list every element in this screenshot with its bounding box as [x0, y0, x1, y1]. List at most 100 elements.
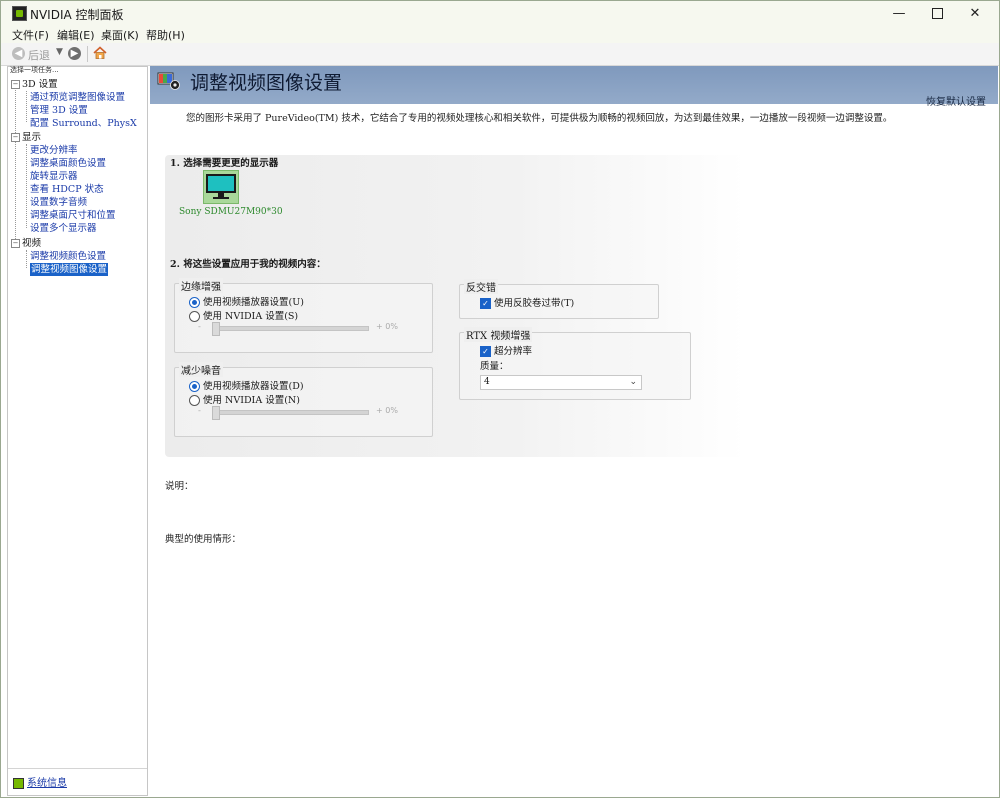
- task-pane-label: 选择一项任务...: [10, 66, 59, 74]
- menu-bar: 文件(F) 编辑(E) 桌面(K) 帮助(H): [1, 26, 999, 43]
- noise-slider-plus: + 0%: [376, 406, 398, 415]
- collapse-toggle-icon[interactable]: −: [11, 133, 20, 142]
- settings-panel: 1. 选择需要更更的显示器 Sony SDMU27M90*30 2. 将这些设置…: [165, 155, 745, 457]
- system-info-label: 系统信息: [27, 778, 67, 789]
- edge-slider-plus: + 0%: [376, 322, 398, 331]
- tree-connector: [26, 250, 27, 268]
- page-header: 调整视频图像设置 恢复默认设置: [150, 66, 998, 108]
- monitor-icon[interactable]: [203, 170, 239, 204]
- tree-group-label: 视频: [22, 238, 42, 249]
- section-2-title: 2. 将这些设置应用于我的视频内容：: [170, 259, 326, 270]
- edge-slider-minus: -: [198, 322, 201, 331]
- tree-group-video[interactable]: − 视频: [11, 237, 41, 250]
- tree-connector: [15, 87, 16, 243]
- nvidia-control-panel-window: NVIDIA 控制面板 — ✕ 文件(F) 编辑(E) 桌面(K) 帮助(H) …: [0, 0, 1000, 798]
- inverse-telecine-option[interactable]: ✓ 使用反胶卷过带(T): [480, 295, 574, 309]
- title-bar: NVIDIA 控制面板 — ✕: [1, 1, 999, 26]
- back-button-label[interactable]: 后退: [28, 47, 50, 63]
- edge-enhancement-title: 边缘增强: [179, 278, 223, 293]
- deinterlacing-group: 反交错 ✓ 使用反胶卷过带(T): [459, 279, 659, 319]
- system-info-link[interactable]: 系统信息: [13, 774, 67, 789]
- tree-item-preview-image-settings[interactable]: 通过预览调整图像设置: [30, 91, 125, 104]
- minimize-button[interactable]: —: [879, 1, 919, 26]
- radio-unselected-icon[interactable]: [189, 311, 200, 322]
- close-button[interactable]: ✕: [955, 1, 995, 26]
- menu-desktop[interactable]: 桌面(K): [101, 27, 139, 43]
- restore-defaults-link[interactable]: 恢复默认设置: [926, 93, 986, 108]
- home-icon[interactable]: [93, 46, 107, 60]
- content-pane: 调整视频图像设置 恢复默认设置 您的图形卡采用了 PureVideo(TM) 技…: [150, 66, 998, 794]
- tree-item-hdcp-status[interactable]: 查看 HDCP 状态: [30, 183, 104, 196]
- noise-use-player-label: 使用视频播放器设置(D): [203, 381, 304, 392]
- section-1-title: 1. 选择需要更更的显示器: [170, 158, 279, 169]
- menu-file[interactable]: 文件(F): [12, 27, 49, 43]
- tree-connector: [26, 144, 27, 228]
- noise-use-player-option[interactable]: 使用视频播放器设置(D): [189, 378, 304, 392]
- edge-use-player-label: 使用视频播放器设置(U): [203, 297, 304, 308]
- monitor-name[interactable]: Sony SDMU27M90*30: [179, 207, 283, 217]
- collapse-toggle-icon[interactable]: −: [11, 80, 20, 89]
- tree-connector: [26, 91, 27, 122]
- tree-group-label: 3D 设置: [22, 79, 58, 90]
- collapse-toggle-icon[interactable]: −: [11, 239, 20, 248]
- edge-slider-thumb[interactable]: [212, 322, 220, 336]
- maximize-icon: [931, 8, 943, 19]
- chevron-down-icon: ⌄: [629, 377, 637, 387]
- task-navigation-pane: 选择一项任务... −3D 设置 通过预览调整图像设置 管理 3D 设置 配置 …: [7, 66, 148, 796]
- noise-use-nvidia-label: 使用 NVIDIA 设置(N): [203, 395, 300, 406]
- quality-select[interactable]: 4 ⌄: [480, 375, 642, 390]
- maximize-button[interactable]: [917, 1, 957, 26]
- window-title: NVIDIA 控制面板: [30, 8, 124, 22]
- tree-group-display[interactable]: − 显示: [11, 131, 41, 144]
- edge-use-nvidia-label: 使用 NVIDIA 设置(S): [203, 311, 299, 322]
- noise-slider-thumb[interactable]: [212, 406, 220, 420]
- deinterlacing-title: 反交错: [464, 279, 498, 294]
- super-resolution-option[interactable]: ✓ 超分辨率: [480, 343, 532, 357]
- quality-label: 质量：: [480, 361, 509, 372]
- checkbox-checked-icon[interactable]: ✓: [480, 298, 491, 309]
- tree-item-desktop-size-position[interactable]: 调整桌面尺寸和位置: [30, 209, 116, 222]
- back-arrow-icon[interactable]: ◀: [12, 47, 25, 60]
- rtx-video-enhancement-title: RTX 视频增强: [464, 327, 533, 342]
- edge-slider-track[interactable]: [212, 326, 369, 331]
- page-intro-text: 您的图形卡采用了 PureVideo(TM) 技术，它结合了专用的视频处理核心和…: [186, 113, 893, 124]
- radio-selected-icon[interactable]: [189, 381, 200, 392]
- tree-item-video-color-settings[interactable]: 调整视频颜色设置: [30, 250, 106, 263]
- tree-item-digital-audio[interactable]: 设置数字音频: [30, 196, 87, 209]
- noise-slider-track[interactable]: [212, 410, 369, 415]
- toolbar-divider: [87, 46, 88, 62]
- video-settings-icon: [157, 72, 180, 90]
- tree-item-manage-3d-settings[interactable]: 管理 3D 设置: [30, 104, 88, 117]
- super-resolution-label: 超分辨率: [494, 346, 533, 357]
- tree-item-multiple-displays[interactable]: 设置多个显示器: [30, 222, 97, 235]
- tree-group-3d-settings[interactable]: −3D 设置: [11, 78, 58, 91]
- checkbox-checked-icon[interactable]: ✓: [480, 346, 491, 357]
- system-info-icon: [13, 777, 24, 789]
- tree-item-change-resolution[interactable]: 更改分辨率: [30, 144, 78, 157]
- tree-item-configure-surround-physx[interactable]: 配置 Surround、PhysX: [30, 117, 137, 130]
- edge-enhancement-group: 边缘增强 使用视频播放器设置(U) 使用 NVIDIA 设置(S) - + 0%: [174, 278, 433, 353]
- noise-reduction-title: 减少噪音: [179, 362, 223, 377]
- tree-item-video-image-settings[interactable]: 调整视频图像设置: [30, 263, 109, 276]
- toolbar: ◀ 后退 ▼ ▶: [1, 43, 999, 66]
- back-history-dropdown-icon[interactable]: ▼: [56, 47, 63, 57]
- menu-edit[interactable]: 编辑(E): [57, 27, 95, 43]
- menu-help[interactable]: 帮助(H): [146, 27, 185, 43]
- quality-select-value: 4: [484, 377, 490, 387]
- tree-group-label: 显示: [22, 132, 42, 143]
- rtx-video-enhancement-group: RTX 视频增强 ✓ 超分辨率 质量： 4 ⌄: [459, 327, 691, 400]
- noise-slider-minus: -: [198, 406, 201, 415]
- typical-usage-label: 典型的使用情形：: [165, 534, 242, 545]
- noise-use-nvidia-option[interactable]: 使用 NVIDIA 设置(N): [189, 392, 300, 406]
- page-title: 调整视频图像设置: [190, 72, 343, 94]
- radio-selected-icon[interactable]: [189, 297, 200, 308]
- forward-arrow-icon[interactable]: ▶: [68, 47, 81, 60]
- radio-unselected-icon[interactable]: [189, 395, 200, 406]
- edge-use-player-option[interactable]: 使用视频播放器设置(U): [189, 294, 304, 308]
- pane-divider: [8, 768, 147, 769]
- edge-use-nvidia-option[interactable]: 使用 NVIDIA 设置(S): [189, 308, 298, 322]
- noise-reduction-group: 减少噪音 使用视频播放器设置(D) 使用 NVIDIA 设置(N) - + 0%: [174, 362, 433, 437]
- tree-item-desktop-color-settings[interactable]: 调整桌面颜色设置: [30, 157, 106, 170]
- tree-item-rotate-display[interactable]: 旋转显示器: [30, 170, 78, 183]
- description-label: 说明：: [165, 481, 194, 492]
